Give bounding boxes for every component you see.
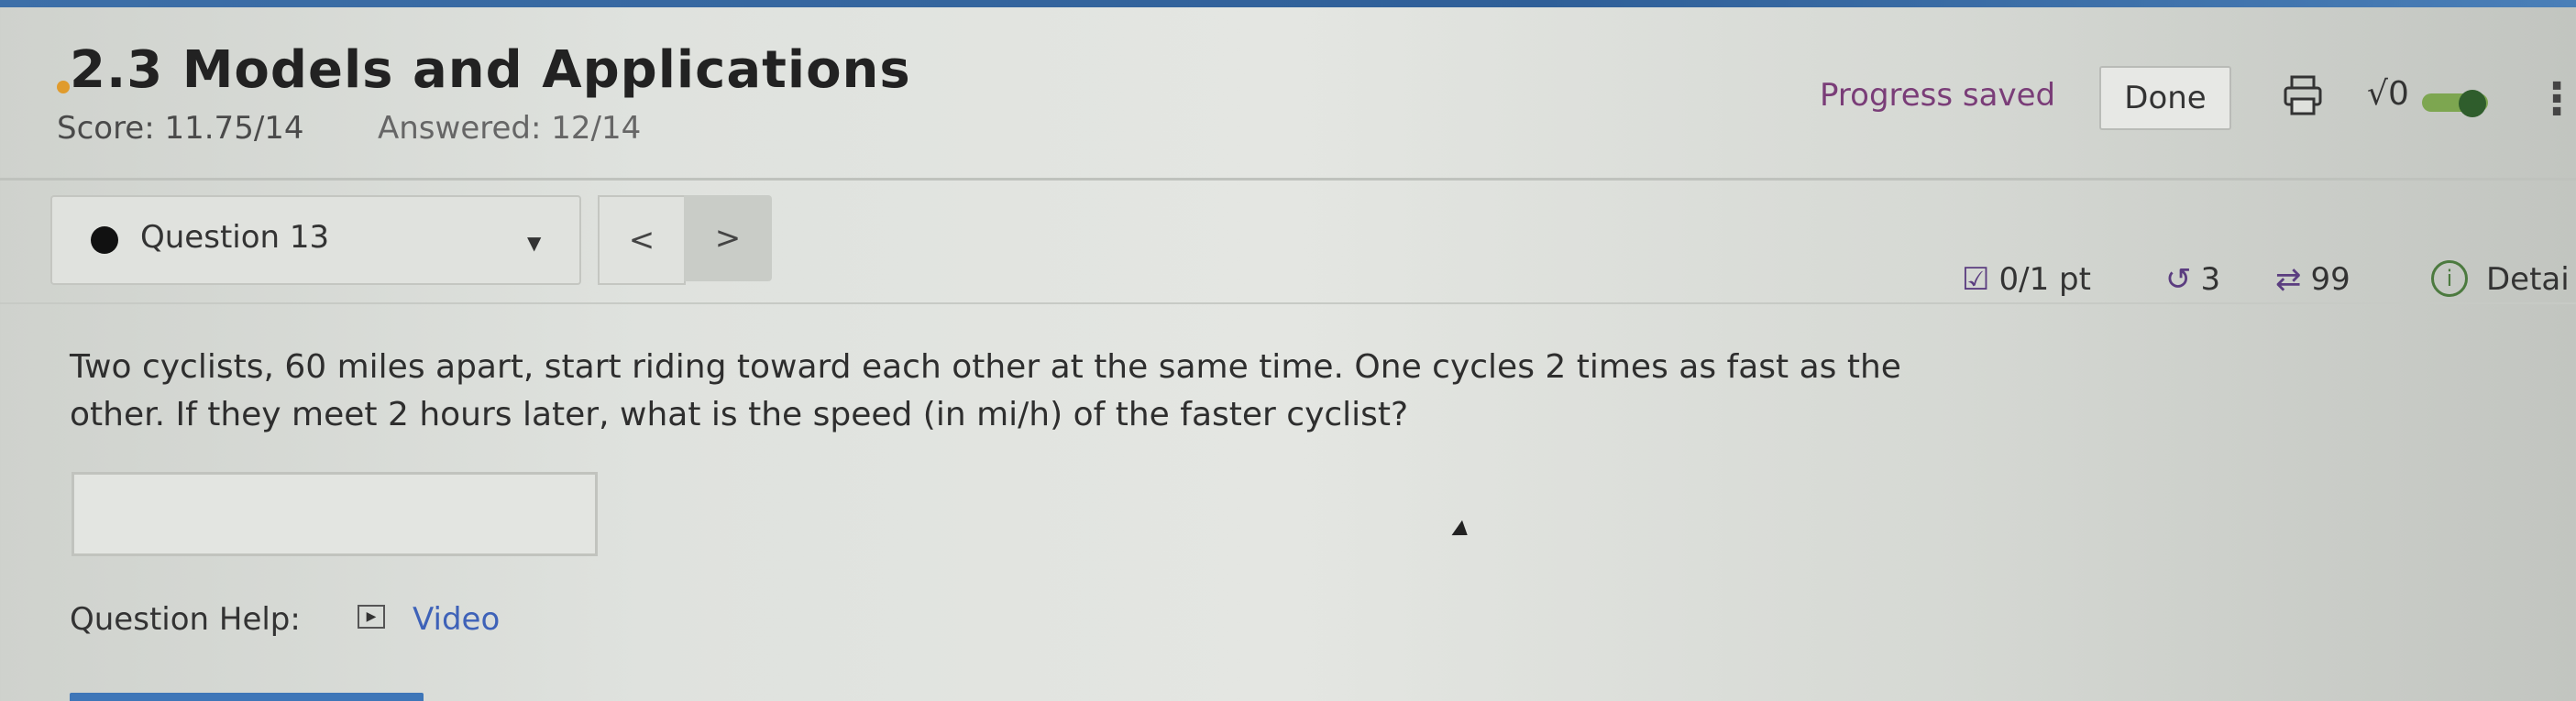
attempts-meta: ⇄ 99	[2275, 261, 2350, 298]
question-select-label: Question 13	[140, 219, 330, 256]
submit-button-edge[interactable]	[70, 693, 424, 701]
retries-meta: ↺ 3	[2165, 261, 2220, 298]
page-title: 2.3 Models and Applications	[70, 40, 911, 100]
top-accent-bar	[0, 0, 2576, 7]
question-status-dot	[91, 226, 118, 254]
math-toggle[interactable]	[2422, 90, 2497, 117]
retry-icon: ↺	[2165, 261, 2192, 298]
points-text: 0/1 pt	[1998, 261, 2091, 298]
score-text: Score: 11.75/14	[57, 110, 304, 147]
question-help-label: Question Help:	[70, 601, 301, 638]
progress-status: Progress saved	[1820, 77, 2056, 114]
status-dot	[57, 81, 70, 93]
next-question-button[interactable]: >	[684, 195, 772, 281]
question-select[interactable]: Question 13 ▼	[50, 195, 581, 285]
mouse-cursor-icon	[1451, 520, 1473, 543]
more-icon[interactable]: ⋮	[2535, 73, 2576, 125]
video-link[interactable]: Video	[413, 601, 500, 638]
video-icon[interactable]: ▶	[358, 605, 385, 629]
attempts-text: 99	[2310, 261, 2350, 298]
print-icon[interactable]	[2283, 73, 2323, 117]
divider	[0, 178, 2576, 181]
divider	[0, 302, 2576, 304]
toggle-knob	[2459, 90, 2486, 117]
previous-question-button[interactable]: <	[598, 195, 686, 285]
done-button[interactable]: Done	[2099, 66, 2231, 130]
answered-text: Answered: 12/14	[378, 110, 642, 147]
attempts-icon: ⇄	[2275, 261, 2302, 298]
chevron-down-icon: ▼	[527, 232, 542, 254]
points-meta: ☑ 0/1 pt	[1962, 261, 2091, 298]
question-text: Two cyclists, 60 miles apart, start ridi…	[70, 348, 1901, 433]
answer-input[interactable]	[72, 472, 598, 556]
checkbox-icon: ☑	[1962, 261, 1990, 298]
retries-text: 3	[2200, 261, 2221, 298]
details-link[interactable]: Detai	[2486, 261, 2570, 298]
info-icon[interactable]: i	[2431, 260, 2468, 297]
sqrt-toggle-icon[interactable]: √0	[2367, 75, 2409, 113]
